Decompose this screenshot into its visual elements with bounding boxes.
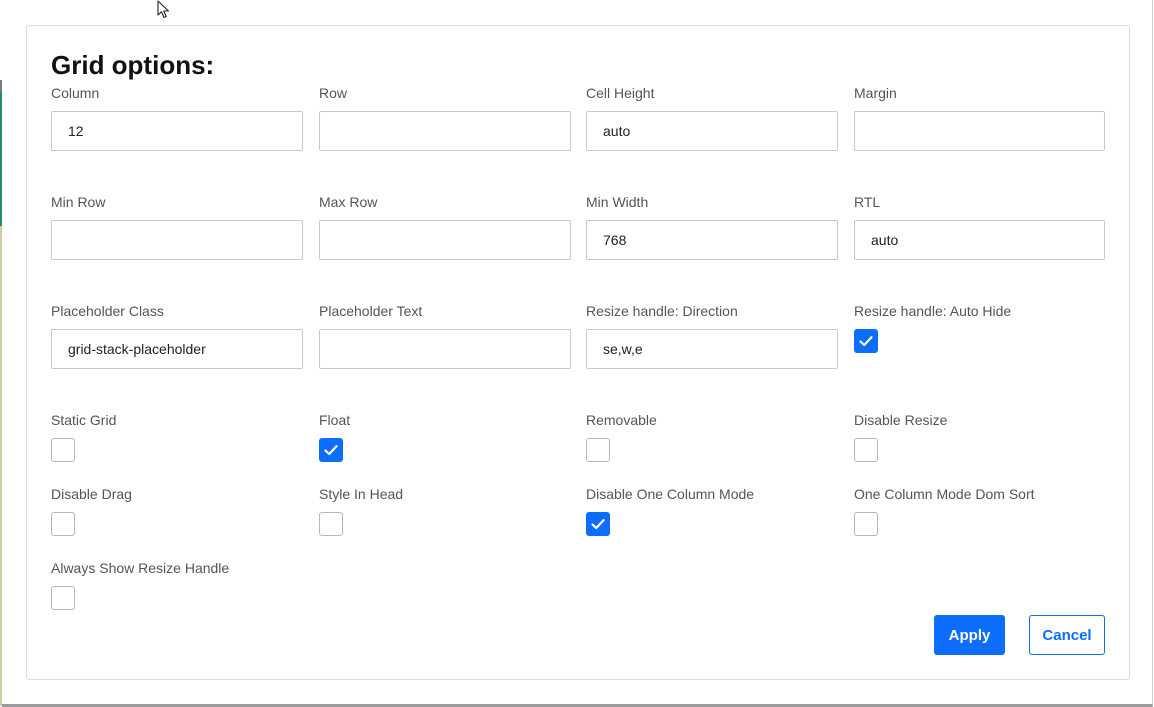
style-in-head-checkbox[interactable] [319,512,343,536]
disable-resize-checkbox[interactable] [854,438,878,462]
checkmark-icon [591,519,605,530]
resize-auto-hide-checkbox[interactable] [854,329,878,353]
rtl-input[interactable] [854,220,1105,260]
resize-direction-input[interactable] [586,329,838,369]
column-input[interactable] [51,111,303,151]
row-label: Row [319,85,348,101]
static-grid-checkbox[interactable] [51,438,75,462]
row-input[interactable] [319,111,571,151]
disable-one-column-mode-label: Disable One Column Mode [586,486,755,502]
disable-drag-checkbox[interactable] [51,512,75,536]
one-column-mode-dom-sort-checkbox[interactable] [854,512,878,536]
column-label: Column [51,85,100,101]
max-row-input[interactable] [319,220,571,260]
placeholder-class-label: Placeholder Class [51,303,164,319]
disable-one-column-mode-checkbox[interactable] [586,512,610,536]
float-label: Float [319,412,351,428]
margin-label: Margin [854,85,897,101]
max-row-label: Max Row [319,194,378,210]
apply-button[interactable]: Apply [934,615,1005,655]
cell-height-input[interactable] [586,111,838,151]
disable-resize-label: Disable Resize [854,412,948,428]
style-in-head-label: Style In Head [319,486,404,502]
margin-input[interactable] [854,111,1105,151]
mouse-cursor-icon [157,0,170,19]
float-checkbox[interactable] [319,438,343,462]
cell-height-label: Cell Height [586,85,655,101]
one-column-mode-dom-sort-label: One Column Mode Dom Sort [854,486,1035,502]
resize-direction-label: Resize handle: Direction [586,303,738,319]
resize-auto-hide-label: Resize handle: Auto Hide [854,303,1012,319]
checkmark-icon [324,445,338,456]
min-row-label: Min Row [51,194,106,210]
min-width-input[interactable] [586,220,838,260]
min-width-label: Min Width [586,194,649,210]
placeholder-text-label: Placeholder Text [319,303,423,319]
min-row-input[interactable] [51,220,303,260]
placeholder-text-input[interactable] [319,329,571,369]
rtl-label: RTL [854,194,881,210]
dialog-title: Grid options: [51,50,215,80]
always-show-resize-handle-label: Always Show Resize Handle [51,560,230,576]
checkmark-icon [859,336,873,347]
always-show-resize-handle-checkbox[interactable] [51,586,75,610]
removable-checkbox[interactable] [586,438,610,462]
disable-drag-label: Disable Drag [51,486,132,502]
placeholder-class-input[interactable] [51,329,303,369]
cancel-button[interactable]: Cancel [1029,615,1105,655]
removable-label: Removable [586,412,657,428]
static-grid-label: Static Grid [51,412,117,428]
